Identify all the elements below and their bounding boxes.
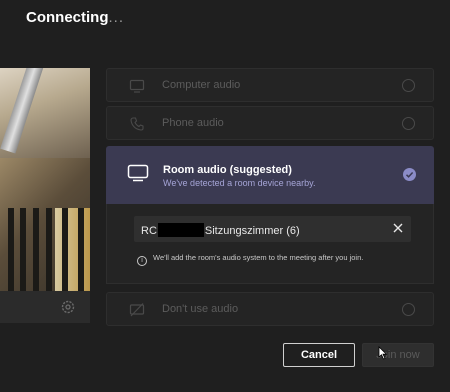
- title-dots: ...: [108, 9, 125, 26]
- room-audio-info-text: We'll add the room's audio system to the…: [153, 253, 364, 262]
- info-icon: i: [137, 256, 147, 266]
- redaction-bar: [157, 223, 204, 237]
- room-audio-option[interactable]: Room audio (suggested) We've detected a …: [106, 146, 434, 204]
- device-suffix: Sitzungszimmer (6): [204, 225, 300, 237]
- title-text: Connecting: [26, 9, 109, 26]
- room-audio-panel: RC Sitzungszimmer (6) i We'll add the room…: [106, 204, 434, 284]
- device-prefix: RC: [141, 225, 157, 237]
- no-audio-icon: [129, 303, 145, 317]
- no-audio-radio[interactable]: [402, 303, 415, 316]
- cancel-button[interactable]: Cancel: [283, 343, 355, 367]
- cursor-icon: [378, 346, 388, 360]
- computer-audio-label: Computer audio: [162, 79, 241, 91]
- phone-audio-label: Phone audio: [162, 117, 224, 129]
- clear-icon[interactable]: [391, 221, 405, 235]
- room-display-icon: [127, 164, 149, 182]
- phone-icon: [130, 117, 144, 131]
- room-audio-check[interactable]: [403, 168, 416, 181]
- phone-audio-radio[interactable]: [402, 117, 415, 130]
- video-preview: [0, 68, 90, 323]
- page-title: Connecting...: [26, 9, 124, 26]
- join-now-button[interactable]: Join now: [362, 343, 434, 367]
- computer-audio-radio[interactable]: [402, 79, 415, 92]
- check-icon: [405, 171, 414, 178]
- settings-icon[interactable]: [60, 299, 76, 315]
- phone-audio-option[interactable]: Phone audio: [106, 106, 434, 140]
- computer-audio-icon: [129, 79, 145, 93]
- computer-audio-option[interactable]: Computer audio: [106, 68, 434, 102]
- room-audio-label: Room audio (suggested): [163, 164, 292, 176]
- room-device-field[interactable]: RC Sitzungszimmer (6): [134, 216, 411, 242]
- no-audio-option[interactable]: Don't use audio: [106, 292, 434, 326]
- no-audio-label: Don't use audio: [162, 303, 239, 315]
- preview-toolbar: [0, 291, 90, 323]
- room-device-value: RC Sitzungszimmer (6): [141, 223, 300, 237]
- room-audio-subtitle: We've detected a room device nearby.: [163, 178, 316, 188]
- room-audio-info: i We'll add the room's audio system to th…: [137, 253, 363, 266]
